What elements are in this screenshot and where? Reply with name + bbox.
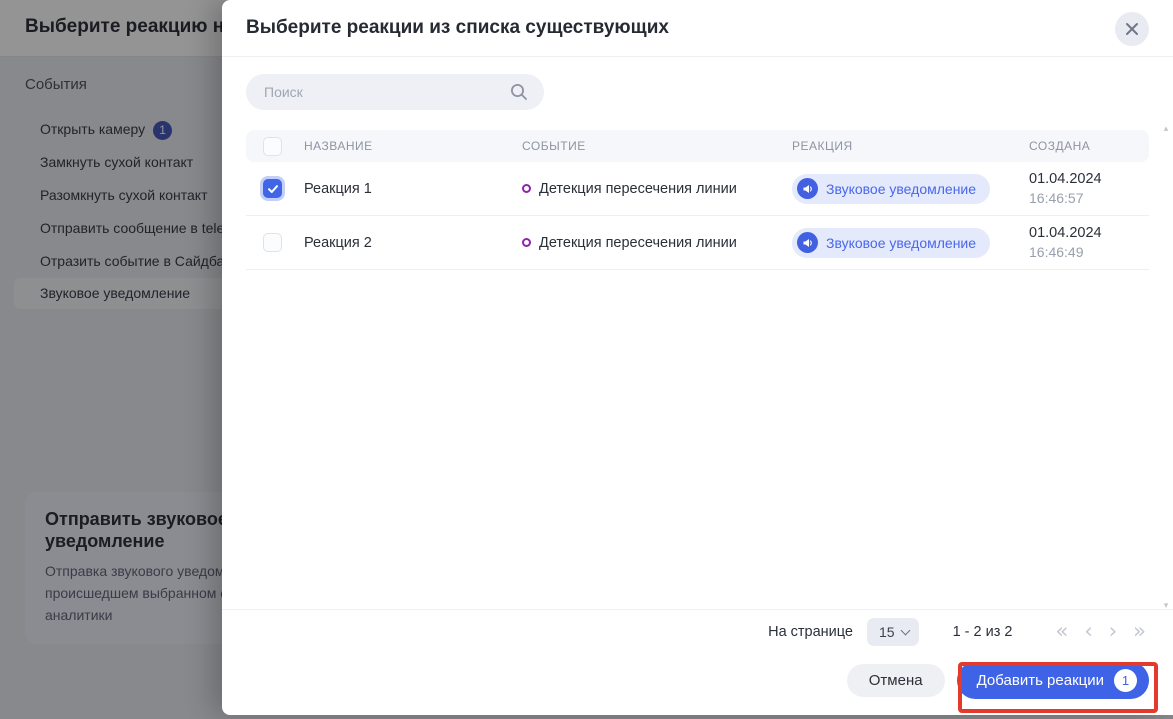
column-header-name: НАЗВАНИЕ (304, 139, 522, 153)
search-box (246, 74, 544, 110)
modal-header: Выберите реакции из списка существующих (222, 0, 1173, 57)
event-name: Детекция пересечения линии (539, 235, 737, 251)
modal-title: Выберите реакции из списка существующих (246, 17, 669, 39)
table-row[interactable]: Реакция 2 Детекция пересечения линии Зву… (246, 216, 1149, 270)
reaction-badge-label: Звуковое уведомление (826, 235, 976, 251)
search-icon (510, 83, 528, 101)
check-icon (267, 183, 279, 195)
search-input[interactable] (246, 74, 544, 110)
add-reactions-label: Добавить реакции (977, 672, 1104, 689)
prev-page-button[interactable]: ‹ (1081, 621, 1095, 642)
first-page-button[interactable]: « (1052, 621, 1071, 642)
reactions-table: НАЗВАНИЕ СОБЫТИЕ РЕАКЦИЯ СОЗДАНА Реакция… (246, 130, 1149, 270)
per-page-label: На странице (768, 624, 853, 640)
reaction-name: Реакция 1 (304, 181, 522, 197)
created-time: 16:46:57 (1029, 189, 1149, 208)
scroll-down-icon[interactable]: ▾ (1164, 601, 1169, 610)
pagination-bar: На странице 15 1 - 2 из 2 « ‹ › » (222, 609, 1173, 653)
table-row[interactable]: Реакция 1 Детекция пересечения линии Зву… (246, 162, 1149, 216)
speaker-icon (797, 178, 818, 199)
reaction-name: Реакция 2 (304, 235, 522, 251)
reaction-badge-label: Звуковое уведомление (826, 181, 976, 197)
speaker-icon (797, 232, 818, 253)
next-page-button[interactable]: › (1106, 621, 1120, 642)
table-empty-area (246, 270, 1149, 609)
pagination-range: 1 - 2 из 2 (953, 624, 1013, 640)
table-header-row: НАЗВАНИЕ СОБЫТИЕ РЕАКЦИЯ СОЗДАНА (246, 130, 1149, 162)
per-page-select[interactable]: 15 (867, 618, 919, 646)
close-button[interactable] (1115, 12, 1149, 46)
event-name: Детекция пересечения линии (539, 181, 737, 197)
event-type-icon (522, 238, 531, 247)
column-header-event: СОБЫТИЕ (522, 139, 792, 153)
select-all-checkbox[interactable] (263, 137, 282, 156)
created-date: 01.04.2024 (1029, 170, 1149, 189)
scrollbar[interactable]: ▴ ▾ (1161, 124, 1171, 610)
per-page-value: 15 (879, 624, 895, 640)
created-time: 16:46:49 (1029, 243, 1149, 262)
reaction-badge[interactable]: Звуковое уведомление (792, 174, 990, 204)
close-icon (1125, 22, 1139, 36)
cancel-button[interactable]: Отмена (847, 664, 945, 697)
chevron-down-icon (900, 625, 910, 635)
last-page-button[interactable]: » (1130, 621, 1149, 642)
created-date: 01.04.2024 (1029, 224, 1149, 243)
reaction-badge[interactable]: Звуковое уведомление (792, 228, 990, 258)
scroll-up-icon[interactable]: ▴ (1164, 124, 1169, 133)
modal-footer: Отмена Добавить реакции 1 (222, 653, 1173, 715)
selected-count-badge: 1 (1114, 669, 1137, 692)
event-type-icon (522, 184, 531, 193)
column-header-created: СОЗДАНА (1029, 139, 1149, 153)
column-header-reaction: РЕАКЦИЯ (792, 139, 1029, 153)
select-reactions-modal: Выберите реакции из списка существующих … (222, 0, 1173, 715)
row-checkbox[interactable] (263, 233, 282, 252)
modal-body: НАЗВАНИЕ СОБЫТИЕ РЕАКЦИЯ СОЗДАНА Реакция… (222, 57, 1173, 653)
row-checkbox[interactable] (263, 179, 282, 198)
add-reactions-button[interactable]: Добавить реакции 1 (957, 662, 1149, 699)
